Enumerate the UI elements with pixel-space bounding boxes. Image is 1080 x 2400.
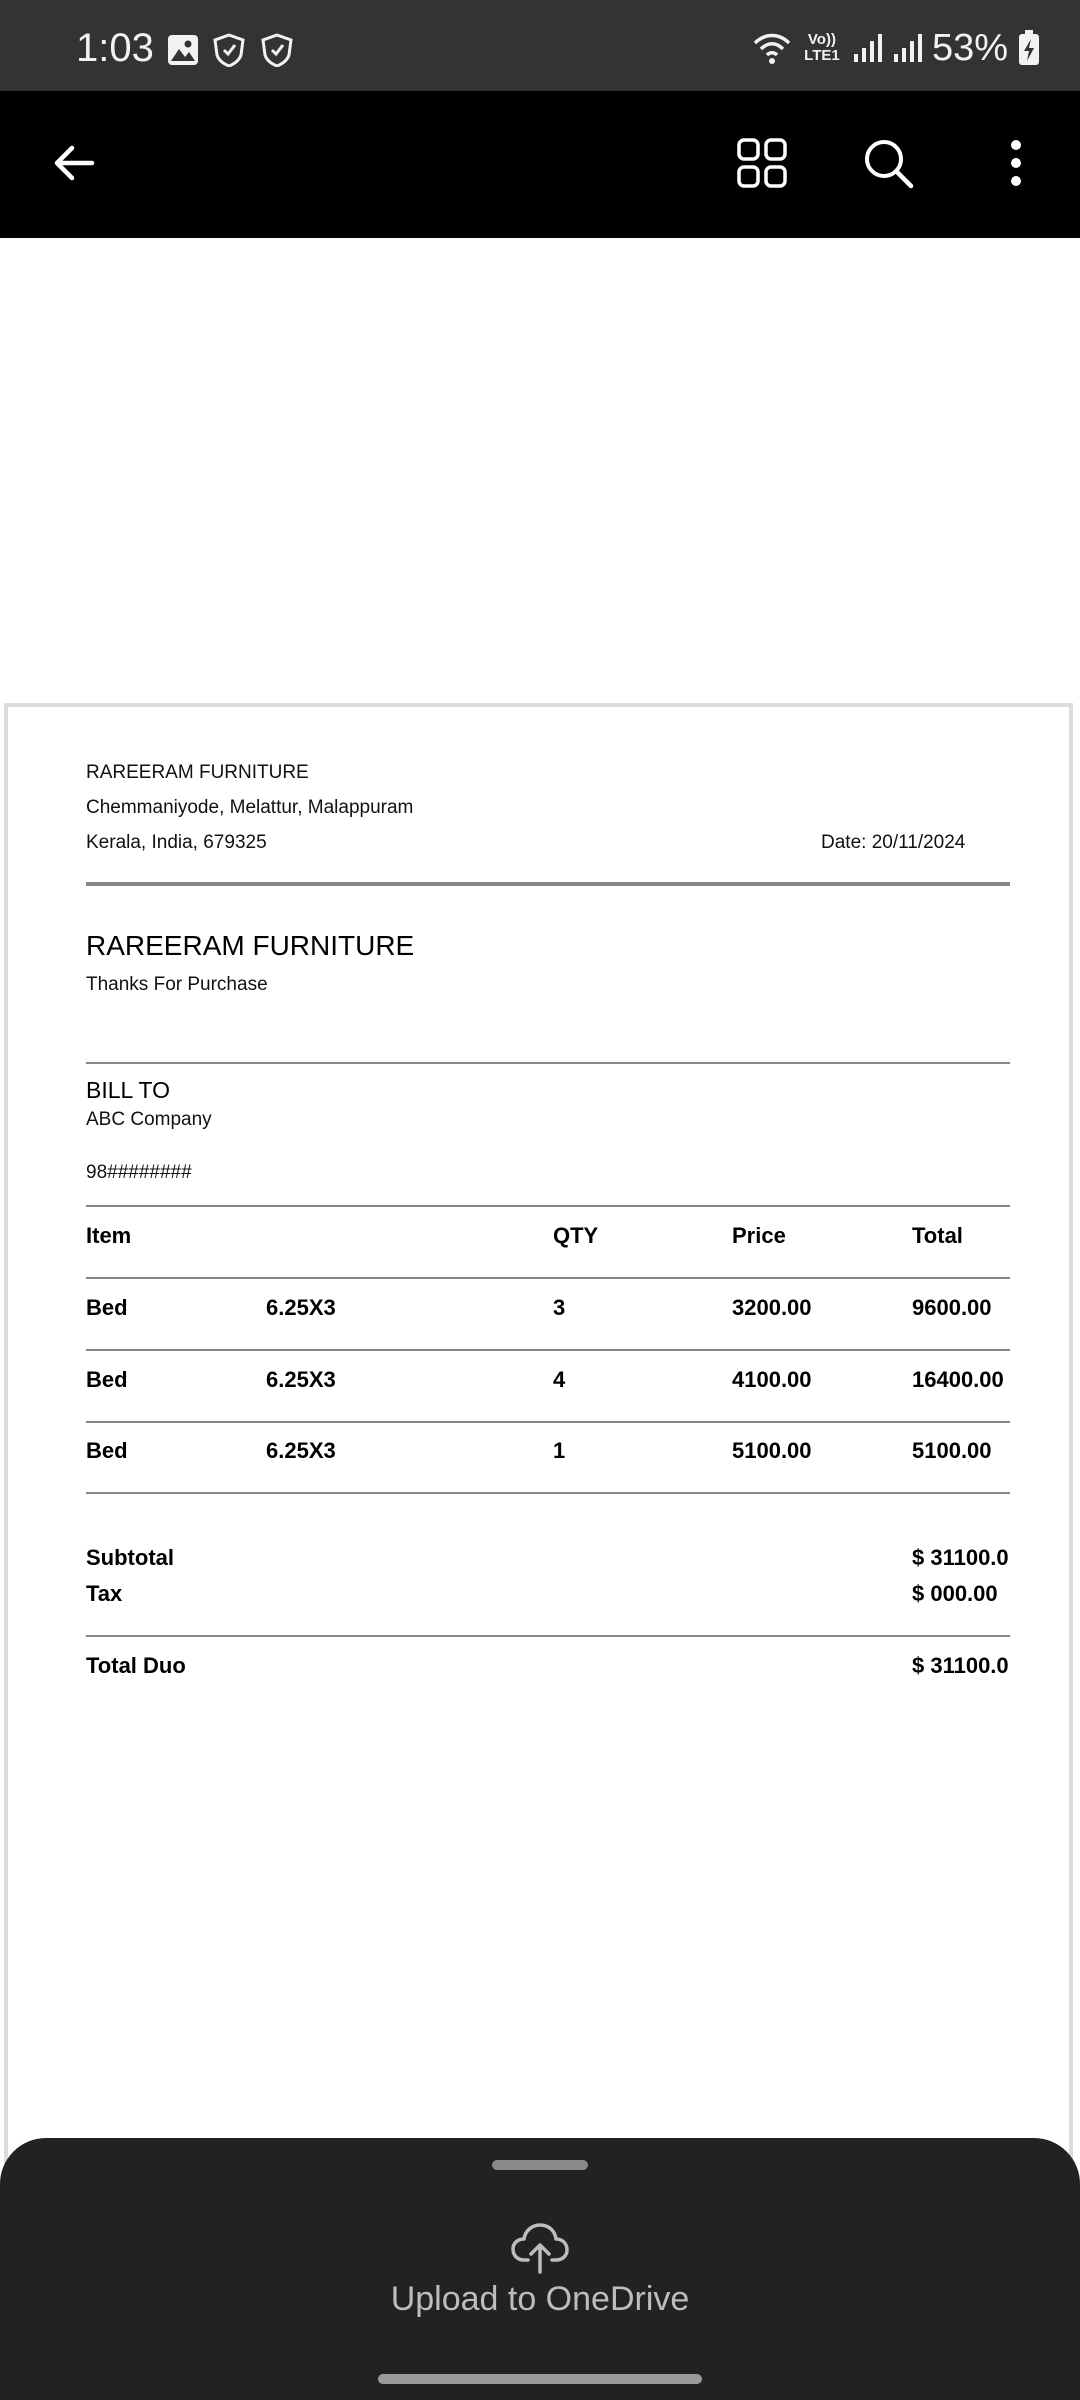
address-line-1: Chemmaniyode, Melattur, Malappuram [86, 797, 414, 818]
table-cell: 5100.00 [732, 1438, 812, 1463]
table-cell: 1 [553, 1438, 566, 1463]
table-cell: 9600.00 [912, 1295, 992, 1320]
table-cell: 4 [553, 1367, 566, 1392]
table-cell: 4100.00 [732, 1367, 812, 1392]
more-options-button[interactable] [984, 131, 1048, 195]
divider [86, 1205, 1010, 1207]
table-cell: 16400.00 [912, 1367, 1004, 1392]
grid-view-icon [737, 138, 787, 188]
pdf-viewer[interactable]: RAREERAM FURNITURE Chemmaniyode, Melattu… [0, 238, 1080, 2400]
table-cell: 3200.00 [732, 1295, 812, 1320]
table-header-price: Price [732, 1223, 786, 1248]
divider [86, 1062, 1010, 1064]
bill-to-label: BILL TO [86, 1077, 170, 1103]
company-name-small: RAREERAM FURNITURE [86, 762, 309, 783]
table-cell: 6.25X3 [266, 1295, 336, 1320]
status-time: 1:03 [76, 26, 154, 70]
upload-to-onedrive-button[interactable]: Upload to OneDrive [0, 2280, 1080, 2319]
app-toolbar [0, 91, 1080, 238]
bottom-sheet: Upload to OneDrive [0, 2138, 1080, 2400]
grid-view-button[interactable] [730, 131, 794, 195]
subtotal-value: $ 31100.0 [912, 1545, 1009, 1570]
wifi-icon [753, 33, 791, 64]
address-line-2: Kerala, India, 679325 [86, 832, 267, 853]
invoice-date: Date: 20/11/2024 [821, 832, 966, 853]
drag-handle[interactable] [492, 2160, 588, 2170]
back-button[interactable] [42, 131, 106, 195]
more-vertical-icon [1011, 140, 1021, 186]
image-icon [168, 35, 198, 65]
battery-percent: 53% [931, 26, 1008, 69]
battery-charging-icon [1019, 30, 1039, 65]
tax-value: $ 000.00 [912, 1581, 998, 1606]
table-cell: 6.25X3 [266, 1367, 336, 1392]
subtotal-label: Subtotal [86, 1545, 174, 1570]
divider [86, 1349, 1010, 1351]
table-cell: 6.25X3 [266, 1438, 336, 1463]
shield-icon [213, 33, 245, 67]
bill-to-phone: 98######## [86, 1162, 192, 1183]
table-cell: 5100.00 [912, 1438, 992, 1463]
total-due-value: $ 31100.0 [912, 1653, 1009, 1678]
table-cell: Bed [86, 1367, 128, 1392]
total-due-label: Total Duo [86, 1653, 186, 1678]
divider [86, 1635, 1010, 1637]
signal-icon [893, 34, 922, 62]
divider [86, 882, 1010, 886]
table-cell: 3 [553, 1295, 566, 1320]
bill-to-name: ABC Company [86, 1109, 212, 1130]
table-header-item: Item [86, 1223, 132, 1248]
divider [86, 1421, 1010, 1423]
network-type: Vo)) LTE1 [804, 31, 840, 64]
search-icon [865, 140, 914, 189]
cloud-upload-icon[interactable] [510, 2222, 570, 2274]
divider [86, 1277, 1010, 1279]
document-page[interactable]: RAREERAM FURNITURE Chemmaniyode, Melattu… [4, 703, 1073, 2215]
table-cell: Bed [86, 1295, 128, 1320]
gesture-nav-bar[interactable] [378, 2374, 702, 2384]
tax-label: Tax [86, 1581, 123, 1606]
signal-icon [853, 34, 882, 62]
search-button[interactable] [856, 131, 920, 195]
table-cell: Bed [86, 1438, 128, 1463]
shield-icon [261, 33, 293, 67]
back-arrow-icon [54, 145, 95, 181]
table-header-qty: QTY [553, 1223, 599, 1248]
company-title: RAREERAM FURNITURE [86, 930, 415, 961]
divider [86, 1492, 1010, 1494]
status-bar: 1:03 Vo)) LTE1 53% [0, 0, 1080, 91]
table-header-total: Total [912, 1223, 963, 1248]
tagline: Thanks For Purchase [86, 974, 268, 995]
